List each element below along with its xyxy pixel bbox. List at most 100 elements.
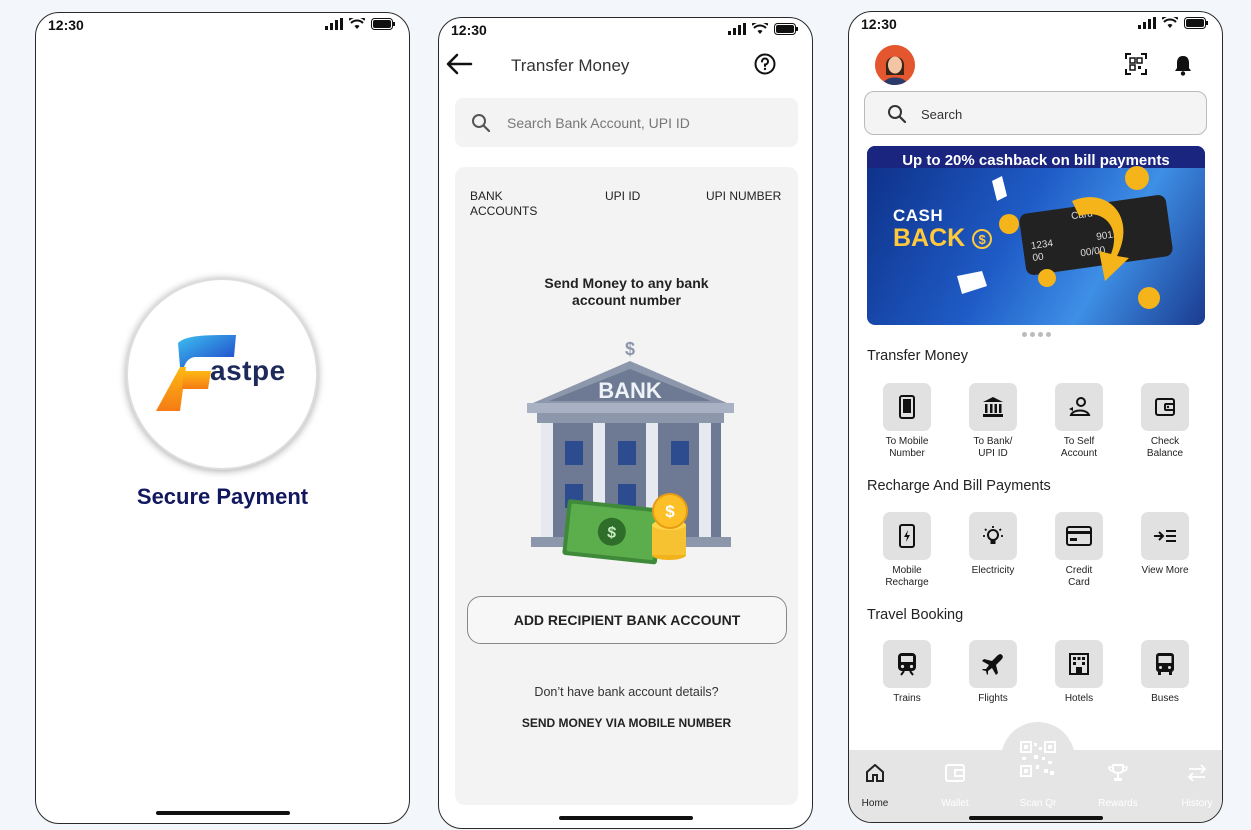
qr-scanner-icon[interactable] [1125,53,1147,75]
signal-icon [1138,17,1156,29]
signal-icon [325,18,343,30]
home-icon [866,764,884,782]
qr-code-icon [1020,741,1056,777]
nav-wallet[interactable]: Wallet [925,762,985,809]
nav-label: Home [861,798,889,809]
user-avatar-icon [875,45,915,85]
status-time: 12:30 [48,17,84,33]
logo-wordmark: astpe [210,355,286,386]
airplane-icon [982,654,1003,675]
tab-upi-number[interactable]: UPI NUMBER [706,189,781,204]
tile-to-self[interactable]: To Self Account [1036,383,1122,460]
bank-sign: BANK [598,378,662,403]
credit-card-icon [1066,526,1092,546]
hotel-icon [1069,653,1089,675]
tile-hotels[interactable]: Hotels [1036,640,1122,705]
smartphone-icon [899,395,915,419]
help-icon[interactable] [754,53,776,75]
status-time: 12:30 [451,22,487,38]
nav-rewards[interactable]: Rewards [1088,762,1148,809]
search-input[interactable]: Search Bank Account, UPI ID [455,98,798,147]
view-more-icon [1154,530,1176,542]
send-money-line2: account number [572,292,681,308]
send-money-text: Send Money to any bank account number [455,275,798,309]
status-bar: 12:30 [439,18,812,46]
battery-icon [774,23,798,35]
signal-icon [728,23,746,35]
svg-text:$: $ [665,502,675,521]
tile-label: To Bank/ UPI ID [973,436,1013,459]
search-placeholder: Search [921,107,963,122]
nav-history[interactable]: History [1167,762,1222,809]
trophy-icon [1108,764,1128,781]
tile-label: Buses [1151,693,1179,704]
splash-screen: 12:30 astpe Secure Payment [35,12,410,824]
brand-logo: astpe [126,278,318,470]
page-title: Transfer Money [511,56,630,75]
bank-icon [983,397,1003,417]
no-details-text: Don’t have bank account details? [534,685,719,699]
add-recipient-button[interactable]: ADD RECIPIENT BANK ACCOUNT [467,596,787,644]
splash-title: Secure Payment [136,484,309,509]
tile-trains[interactable]: Trains [864,640,950,705]
battery-icon [1184,17,1208,29]
wifi-icon [1162,17,1178,28]
tile-to-bank[interactable]: To Bank/ UPI ID [950,383,1036,460]
tile-label: Mobile Recharge [885,565,929,588]
wallet-icon [1155,398,1175,416]
tile-label: Check Balance [1146,436,1184,459]
search-input[interactable]: Search [864,91,1207,135]
tile-to-mobile[interactable]: To Mobile Number [864,383,950,460]
tile-mobile-recharge[interactable]: Mobile Recharge [864,512,950,589]
search-icon [888,105,907,124]
tile-label: To Self Account [1060,436,1098,459]
section-transfer-money: Transfer Money [867,348,968,364]
transfer-card: BANK ACCOUNTS UPI ID UPI NUMBER Send Mon… [455,167,798,805]
tile-electricity[interactable]: Electricity [950,512,1036,577]
tile-buses[interactable]: Buses [1122,640,1208,705]
search-placeholder: Search Bank Account, UPI ID [507,115,690,131]
carousel-indicator [1022,332,1051,337]
wifi-icon [349,18,365,29]
lightbulb-icon [983,526,1003,544]
home-indicator [968,816,1103,820]
promo-banner[interactable]: Up to 20% cashback on bill payments CASH… [867,146,1205,325]
tile-label: Electricity [971,565,1015,576]
search-icon [472,114,491,133]
tile-credit-card[interactable]: Credit Card [1036,512,1122,589]
home-indicator [155,811,290,815]
status-bar: 12:30 [36,13,409,41]
status-time: 12:30 [861,16,897,32]
notification-bell-icon[interactable] [1173,54,1193,76]
nav-label: History [1181,798,1213,809]
gold-coins-decoration [957,166,1160,309]
tile-label: Hotels [1064,693,1094,704]
history-swap-icon [1187,764,1207,782]
nav-home[interactable]: Home [849,762,905,809]
tile-flights[interactable]: Flights [950,640,1036,705]
wallet-icon [945,764,965,782]
send-money-line1: Send Money to any bank [544,275,709,291]
nav-label: Rewards [1098,798,1138,809]
tile-label: View More [1141,565,1189,576]
home-screen: 12:30 Search Up to 20% cashback on bill … [848,11,1223,823]
nav-label: Scan Qr [1019,798,1057,809]
svg-text:$: $ [606,524,617,542]
tab-bank-accounts[interactable]: BANK ACCOUNTS [470,189,537,219]
nav-label: Wallet [941,798,969,809]
tile-check-balance[interactable]: Check Balance [1122,383,1208,460]
section-recharge: Recharge And Bill Payments [867,478,1051,494]
scan-qr-fab[interactable] [1001,722,1075,796]
tile-label: To Mobile Number [885,436,929,459]
back-arrow-icon[interactable] [445,52,475,76]
bus-icon [1156,653,1174,675]
svg-text:$: $ [625,339,635,359]
avatar[interactable] [875,45,915,85]
wifi-icon [752,23,768,34]
section-travel: Travel Booking [867,607,964,623]
tile-view-more[interactable]: View More [1122,512,1208,577]
transfer-screen: 12:30 Transfer Money Search Bank Account… [438,17,813,829]
send-via-mobile-link[interactable]: SEND MONEY VIA MOBILE NUMBER [455,716,798,730]
tile-label: Trains [893,693,921,704]
tab-upi-id[interactable]: UPI ID [605,189,640,204]
